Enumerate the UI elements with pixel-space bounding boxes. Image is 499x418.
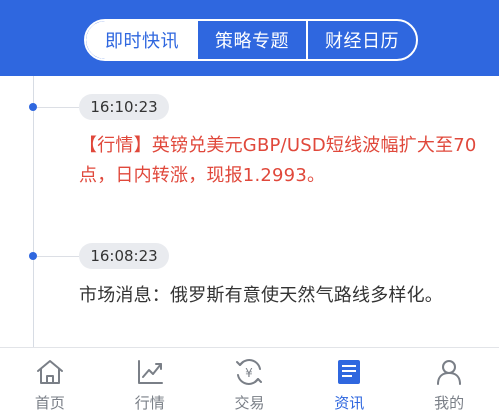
chart-icon xyxy=(137,360,163,384)
time-badge: 16:08:23 xyxy=(79,243,169,269)
bottom-nav: 首页 行情 ¥ 交易 资讯 我的 xyxy=(0,347,499,418)
nav-item-trade[interactable]: ¥ 交易 xyxy=(200,348,300,418)
app-screen: 即时快讯 策略专题 财经日历 16:10:23 【行情】英镑兑美元GBP/USD… xyxy=(0,0,499,418)
news-icon xyxy=(338,360,361,384)
tab-strategy[interactable]: 策略专题 xyxy=(198,21,308,59)
timeline-dot xyxy=(29,103,37,111)
nav-label: 交易 xyxy=(234,394,265,412)
nav-item-market[interactable]: 行情 xyxy=(100,348,200,418)
nav-label: 首页 xyxy=(34,394,65,412)
user-icon xyxy=(437,360,462,385)
timeline-connector xyxy=(37,107,79,108)
timeline-dot xyxy=(29,252,37,260)
nav-label: 资讯 xyxy=(334,394,365,412)
nav-label: 我的 xyxy=(434,394,465,412)
nav-item-home[interactable]: 首页 xyxy=(0,348,100,418)
top-header: 即时快讯 策略专题 财经日历 xyxy=(0,0,499,76)
timeline-line xyxy=(33,76,34,352)
time-badge: 16:10:23 xyxy=(79,94,169,120)
nav-label: 行情 xyxy=(134,394,165,412)
news-item-text[interactable]: 【行情】英镑兑美元GBP/USD短线波幅扩大至70点，日内转涨，现报1.2993… xyxy=(79,131,497,191)
nav-item-news[interactable]: 资讯 xyxy=(299,348,399,418)
news-item-text[interactable]: 市场消息：俄罗斯有意使天然气路线多样化。 xyxy=(79,281,497,311)
home-icon xyxy=(36,360,63,384)
tab-flash-news[interactable]: 即时快讯 xyxy=(86,21,198,59)
exchange-icon: ¥ xyxy=(236,359,263,385)
tab-calendar[interactable]: 财经日历 xyxy=(308,21,416,59)
segmented-tabs: 即时快讯 策略专题 财经日历 xyxy=(84,19,418,61)
svg-text:¥: ¥ xyxy=(246,366,254,380)
nav-item-profile[interactable]: 我的 xyxy=(399,348,499,418)
timeline-connector xyxy=(37,256,79,257)
